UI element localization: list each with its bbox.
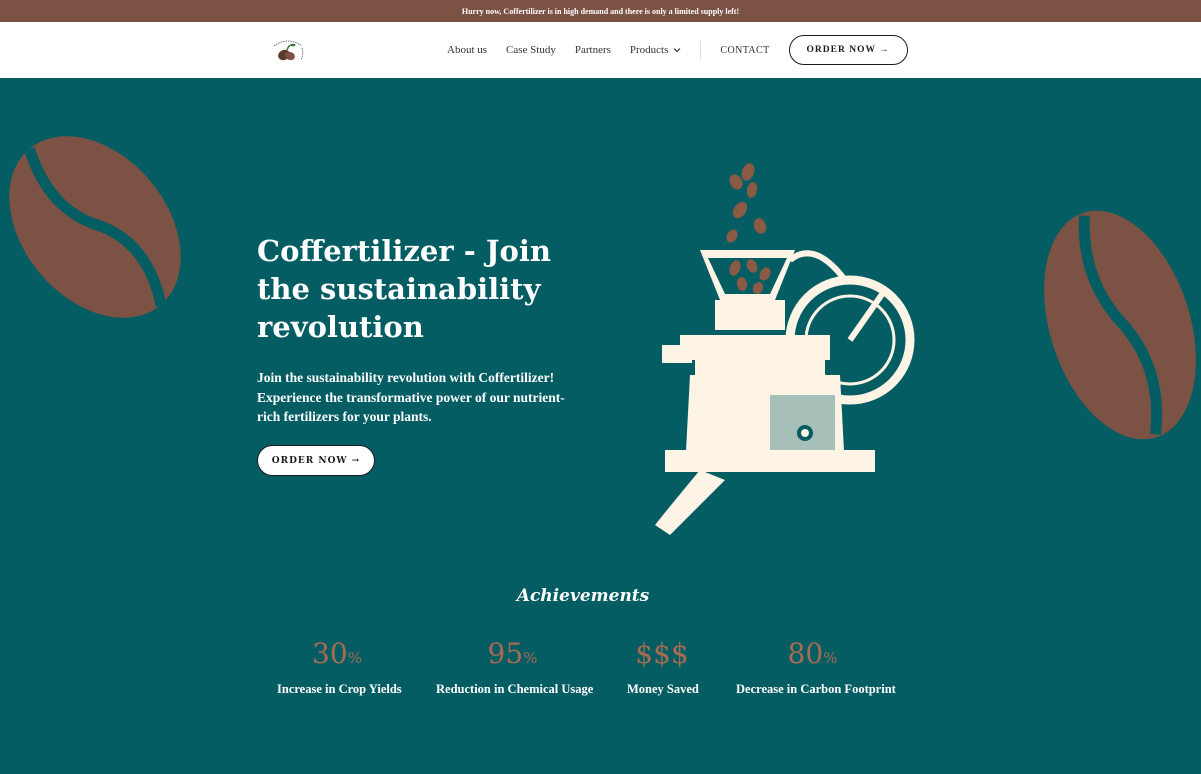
- stat-label: Money Saved: [627, 682, 699, 696]
- stat-value: $$$: [635, 637, 689, 670]
- nav-products[interactable]: Products: [630, 44, 682, 56]
- promo-text: Hurry now, Coffertilizer is in high dema…: [461, 6, 740, 16]
- stat-money-saved: $$$ Money Saved: [627, 636, 699, 697]
- promo-banner: Hurry now, Coffertilizer is in high dema…: [0, 0, 1201, 22]
- site-header: About us Case Study Partners Products CO…: [0, 22, 1201, 78]
- order-now-button-hero[interactable]: ORDER NOW →: [257, 445, 375, 476]
- hero-description: Join the sustainability revolution with …: [257, 370, 565, 424]
- nav-contact[interactable]: CONTACT: [720, 45, 769, 56]
- hero-title: Coffertilizer - Join the sustainability …: [257, 234, 551, 344]
- stat-value: 95%: [487, 637, 538, 670]
- stat-label: Increase in Crop Yields: [277, 682, 402, 696]
- nav-divider: [700, 41, 702, 59]
- stat-value: 80%: [787, 637, 838, 670]
- coffee-bean-left-decoration: [9, 136, 181, 318]
- order-now-button-header[interactable]: ORDER NOW →: [788, 35, 908, 65]
- nav-about-us[interactable]: About us: [447, 44, 487, 56]
- stat-label: Reduction in Chemical Usage: [436, 682, 594, 696]
- nav-case-study[interactable]: Case Study: [506, 44, 556, 56]
- stat-value: 30%: [312, 637, 362, 670]
- stat-chemical-usage: 95% Reduction in Chemical Usage: [436, 636, 594, 697]
- coffertilizer-logo[interactable]: [268, 36, 308, 66]
- coffee-bean-right-decoration: [1044, 210, 1196, 440]
- achievements-title: Achievements: [516, 586, 650, 606]
- nav-partners[interactable]: Partners: [575, 44, 611, 56]
- coffee-grinder-illustration: [655, 163, 915, 535]
- chevron-down-icon: [673, 48, 681, 53]
- stat-crop-yields: 30% Increase in Crop Yields: [277, 636, 402, 697]
- main-nav: About us Case Study Partners Products CO…: [447, 22, 908, 78]
- stat-carbon-footprint: 80% Decrease in Carbon Footprint: [736, 636, 896, 697]
- nav-products-label: Products: [629, 44, 669, 56]
- stat-label: Decrease in Carbon Footprint: [736, 682, 896, 696]
